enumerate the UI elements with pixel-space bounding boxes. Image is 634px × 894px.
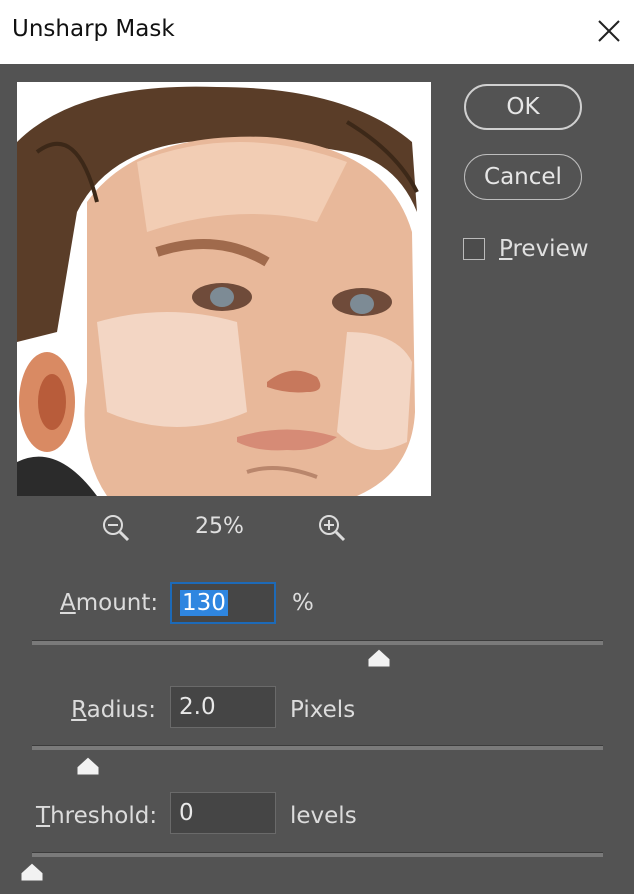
threshold-unit: levels <box>290 803 357 829</box>
dialog-titlebar: Unsharp Mask <box>0 0 634 64</box>
radius-input[interactable]: 2.0 <box>170 686 276 728</box>
amount-slider-thumb[interactable] <box>367 648 391 668</box>
threshold-label: Threshold: <box>36 803 158 829</box>
radius-value: 2.0 <box>179 694 216 720</box>
amount-label: Amount: <box>60 590 159 616</box>
dialog-title: Unsharp Mask <box>12 16 175 42</box>
zoom-level: 25% <box>195 514 244 539</box>
radius-label: Radius: <box>71 697 156 723</box>
threshold-slider-thumb[interactable] <box>20 862 44 882</box>
preview-checkbox[interactable] <box>463 238 485 260</box>
zoom-in-icon[interactable] <box>316 512 348 544</box>
radius-unit: Pixels <box>290 697 356 723</box>
close-icon[interactable] <box>594 14 624 48</box>
preview-label: Preview <box>499 236 589 262</box>
amount-value: 130 <box>180 590 228 616</box>
radius-slider-thumb[interactable] <box>76 756 100 776</box>
preview-image[interactable] <box>17 82 431 496</box>
amount-slider-track[interactable] <box>32 640 603 645</box>
threshold-slider-track[interactable] <box>32 852 603 857</box>
cancel-button[interactable]: Cancel <box>464 154 582 200</box>
preview-toggle[interactable]: Preview <box>463 236 589 262</box>
amount-unit: % <box>292 590 314 616</box>
threshold-input[interactable]: 0 <box>170 792 276 834</box>
zoom-controls: 25% <box>100 512 350 546</box>
ok-button[interactable]: OK <box>464 84 582 130</box>
zoom-out-icon[interactable] <box>100 512 132 544</box>
amount-input[interactable]: 130 <box>170 582 276 624</box>
radius-slider-track[interactable] <box>32 745 603 750</box>
threshold-value: 0 <box>179 800 194 826</box>
